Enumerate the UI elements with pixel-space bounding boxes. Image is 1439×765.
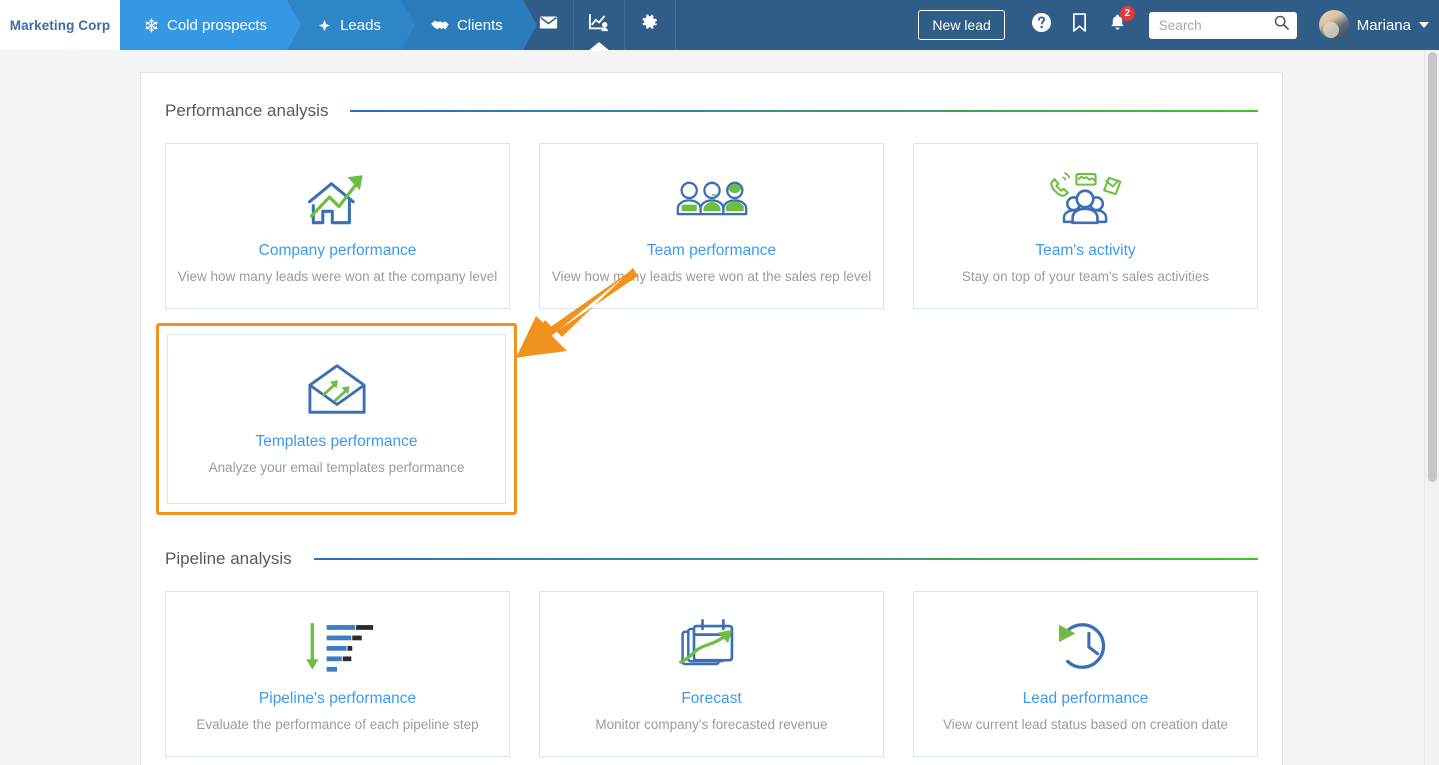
search-input[interactable] (1157, 17, 1274, 34)
settings-icon-button[interactable] (625, 0, 676, 50)
card-forecast[interactable]: Forecast Monitor company's forecasted re… (539, 591, 884, 757)
section-divider (314, 558, 1258, 560)
scrollbar-thumb[interactable] (1428, 52, 1437, 482)
target-icon (317, 18, 332, 33)
card-description: View current lead status based on creati… (935, 717, 1236, 732)
vertical-scrollbar[interactable] (1424, 50, 1439, 765)
search-icon[interactable] (1274, 15, 1289, 35)
nav-tab-label: Clients (457, 17, 503, 34)
bookmark-button[interactable] (1061, 5, 1099, 45)
nav-tab-label: Leads (340, 17, 381, 34)
nav-tab-clients[interactable]: Clients (401, 0, 523, 50)
card-title: Team's activity (1035, 242, 1135, 260)
brand-name: Marketing Corp (10, 18, 110, 33)
performance-cards-row-2: Templates performance Analyze your email… (141, 323, 1282, 515)
top-navigation-bar: Marketing Corp Cold prospects (0, 0, 1439, 50)
team-activity-icon (1043, 160, 1129, 236)
section-header-pipeline: Pipeline analysis (141, 549, 1282, 569)
nav-tab-label: Cold prospects (167, 17, 267, 34)
new-lead-button[interactable]: New lead (918, 10, 1004, 40)
bookmark-icon (1072, 13, 1087, 37)
highlight-box-templates-performance: Templates performance Analyze your email… (156, 323, 517, 515)
card-description: Analyze your email templates performance (201, 460, 473, 475)
user-menu[interactable]: Mariana (1319, 10, 1429, 40)
calendar-growth-icon (675, 608, 749, 684)
clock-history-icon (1050, 608, 1122, 684)
primary-nav-tabs: Cold prospects Leads Clients (120, 0, 523, 50)
section-title: Performance analysis (165, 101, 328, 121)
card-title: Pipeline's performance (259, 690, 416, 708)
card-description: Evaluate the performance of each pipelin… (188, 717, 486, 732)
card-title: Company performance (259, 242, 417, 260)
card-description: View how many leads were won at the comp… (170, 269, 505, 284)
funnel-bars-icon (300, 608, 376, 684)
section-header-performance: Performance analysis (141, 101, 1282, 121)
notifications-button[interactable]: 2 (1099, 5, 1137, 45)
pipeline-cards-row: Pipeline's performance Evaluate the perf… (141, 591, 1282, 757)
notification-badge: 2 (1120, 6, 1135, 21)
card-title: Lead performance (1023, 690, 1149, 708)
nav-tab-leads[interactable]: Leads (287, 0, 401, 50)
analytics-icon-button[interactable] (574, 0, 625, 50)
snowflake-icon (144, 18, 159, 33)
card-templates-performance[interactable]: Templates performance Analyze your email… (167, 334, 506, 504)
card-pipelines-performance[interactable]: Pipeline's performance Evaluate the perf… (165, 591, 510, 757)
gear-icon (641, 14, 658, 36)
chevron-down-icon (1419, 22, 1429, 28)
card-team-performance[interactable]: Team performance View how many leads wer… (539, 143, 884, 309)
card-description: Stay on top of your team's sales activit… (954, 269, 1217, 284)
help-button[interactable] (1023, 5, 1061, 45)
nav-tab-cold-prospects[interactable]: Cold prospects (120, 0, 287, 50)
content-panel: Performance analysis Company performance… (140, 72, 1283, 765)
help-circle-icon (1031, 12, 1052, 38)
search-box[interactable] (1149, 12, 1297, 39)
card-company-performance[interactable]: Company performance View how many leads … (165, 143, 510, 309)
card-description: View how many leads were won at the sale… (544, 269, 879, 284)
card-title: Templates performance (256, 433, 418, 451)
section-title: Pipeline analysis (165, 549, 292, 569)
nav-right-actions: New lead (918, 0, 1439, 50)
card-title: Forecast (681, 690, 741, 708)
three-people-icon (674, 160, 750, 236)
avatar (1319, 10, 1349, 40)
card-title: Team performance (647, 242, 776, 260)
house-growth-chart-icon (300, 160, 376, 236)
nav-spacer (676, 0, 919, 50)
analytics-icon (588, 13, 610, 37)
card-description: Monitor company's forecasted revenue (587, 717, 835, 732)
envelope-arrows-icon (298, 351, 376, 427)
mail-icon (539, 15, 558, 35)
section-divider (350, 110, 1258, 112)
user-name: Mariana (1357, 17, 1411, 34)
nav-icon-buttons (523, 0, 676, 50)
brand-logo[interactable]: Marketing Corp (0, 0, 120, 50)
page-body: Performance analysis Company performance… (0, 50, 1439, 765)
handshake-icon (431, 18, 449, 33)
card-teams-activity[interactable]: Team's activity Stay on top of your team… (913, 143, 1258, 309)
performance-cards-row-1: Company performance View how many leads … (141, 143, 1282, 309)
card-lead-performance[interactable]: Lead performance View current lead statu… (913, 591, 1258, 757)
